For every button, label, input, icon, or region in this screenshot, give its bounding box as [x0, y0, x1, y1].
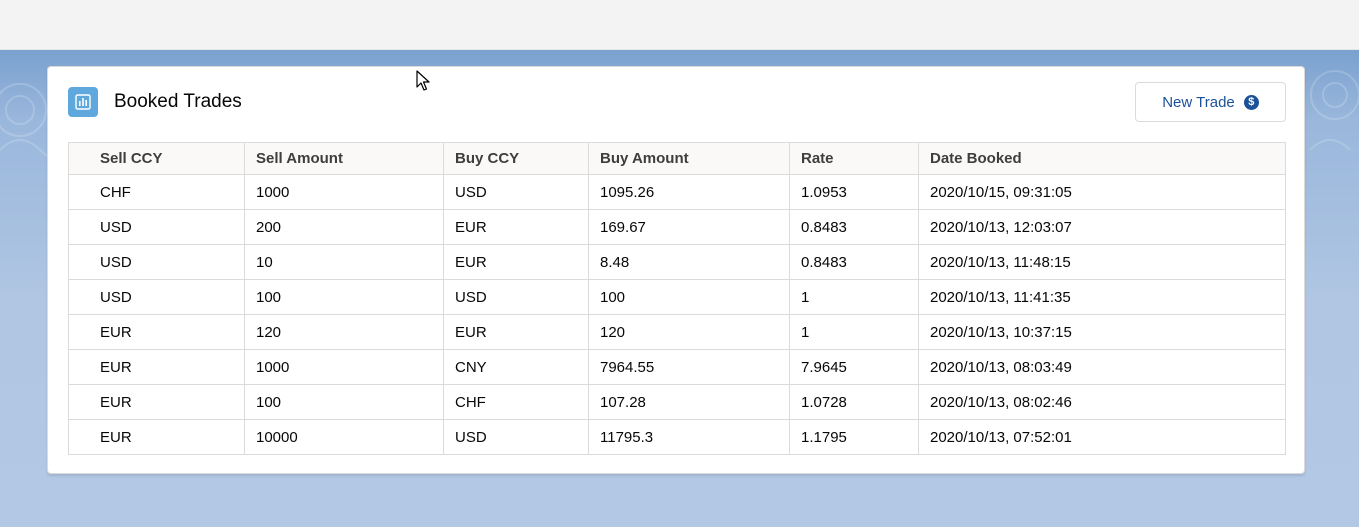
column-header[interactable]: Sell Amount — [244, 142, 444, 175]
table-cell: 10000 — [244, 419, 444, 455]
table-cell: 7964.55 — [588, 349, 790, 385]
table-cell: 100 — [244, 279, 444, 315]
table-cell: EUR — [443, 314, 589, 350]
table-cell: CHF — [443, 384, 589, 420]
table-cell: EUR — [443, 209, 589, 245]
table-cell: 7.9645 — [789, 349, 919, 385]
card-title: Booked Trades — [114, 91, 242, 112]
table-cell: 2020/10/13, 11:48:15 — [918, 244, 1286, 280]
table-cell: EUR — [68, 314, 245, 350]
table-cell: 2020/10/13, 07:52:01 — [918, 419, 1286, 455]
table-cell: 100 — [588, 279, 790, 315]
table-cell: 2020/10/13, 08:02:46 — [918, 384, 1286, 420]
table-row: EUR 100 CHF 107.28 1.0728 2020/10/13, 08:02:4… — [68, 384, 1286, 420]
table-cell: 120 — [244, 314, 444, 350]
table-cell: USD — [443, 174, 589, 210]
table-cell: 100 — [244, 384, 444, 420]
table-row: USD 200 EUR 169.67 0.8483 2020/10/13, 12:03:0… — [68, 209, 1286, 245]
table-cell: EUR — [443, 244, 589, 280]
table-cell: 2020/10/13, 10:37:15 — [918, 314, 1286, 350]
table-cell: USD — [443, 419, 589, 455]
table-cell: USD — [68, 279, 245, 315]
chart-icon — [68, 87, 98, 117]
table-cell: 1.0728 — [789, 384, 919, 420]
table-cell: USD — [68, 244, 245, 280]
table-cell: EUR — [68, 419, 245, 455]
top-bar — [0, 0, 1359, 50]
trades-table: Sell CCY Sell Amount Buy CCY Buy Amount Rate… — [68, 142, 1286, 455]
table-cell: USD — [443, 279, 589, 315]
table-cell: 1000 — [244, 349, 444, 385]
table-cell: 1.1795 — [789, 419, 919, 455]
table-cell: 0.8483 — [789, 209, 919, 245]
table-cell: 120 — [588, 314, 790, 350]
new-trade-button[interactable]: New Trade $ — [1135, 82, 1286, 122]
booked-trades-card: Booked Trades New Trade $ Sell CCY Sell A… — [47, 66, 1305, 474]
table-cell: 1095.26 — [588, 174, 790, 210]
table-cell: 169.67 — [588, 209, 790, 245]
table-cell: 1 — [789, 314, 919, 350]
table-row: USD 100 USD 100 1 2020/10/13, 11:41:35 — [68, 279, 1286, 315]
table-cell: 1000 — [244, 174, 444, 210]
table-cell: EUR — [68, 384, 245, 420]
table-cell: 2020/10/15, 09:31:05 — [918, 174, 1286, 210]
table-cell: 2020/10/13, 08:03:49 — [918, 349, 1286, 385]
table-cell: 11795.3 — [588, 419, 790, 455]
table-body: CHF 1000 USD 1095.26 1.0953 2020/10/15, 09:31… — [68, 174, 1286, 455]
table-header-row: Sell CCY Sell Amount Buy CCY Buy Amount Rate… — [68, 142, 1286, 175]
card-header: Booked Trades — [68, 87, 242, 117]
table-cell: CNY — [443, 349, 589, 385]
column-header[interactable]: Rate — [789, 142, 919, 175]
mouse-cursor — [416, 70, 430, 91]
table-cell: 10 — [244, 244, 444, 280]
table-cell: 200 — [244, 209, 444, 245]
column-header[interactable]: Sell CCY — [68, 142, 245, 175]
table-row: EUR 1000 CNY 7964.55 7.9645 2020/10/13, 08:03… — [68, 349, 1286, 385]
table-cell: 1.0953 — [789, 174, 919, 210]
table-cell: 8.48 — [588, 244, 790, 280]
table-cell: 2020/10/13, 11:41:35 — [918, 279, 1286, 315]
table-cell: 2020/10/13, 12:03:07 — [918, 209, 1286, 245]
column-header[interactable]: Buy Amount — [588, 142, 790, 175]
dollar-circle-icon: $ — [1243, 94, 1259, 110]
table-cell: 107.28 — [588, 384, 790, 420]
column-header[interactable]: Buy CCY — [443, 142, 589, 175]
table-row: EUR 10000 USD 11795.3 1.1795 2020/10/13, 07:5… — [68, 419, 1286, 455]
table-cell: 1 — [789, 279, 919, 315]
table-cell: USD — [68, 209, 245, 245]
column-header[interactable]: Date Booked — [918, 142, 1286, 175]
table-row: USD 10 EUR 8.48 0.8483 2020/10/13, 11:48:15 — [68, 244, 1286, 280]
table-cell: 0.8483 — [789, 244, 919, 280]
table-row: EUR 120 EUR 120 1 2020/10/13, 10:37:15 — [68, 314, 1286, 350]
table-cell: EUR — [68, 349, 245, 385]
table-row: CHF 1000 USD 1095.26 1.0953 2020/10/15, 09:31… — [68, 174, 1286, 210]
table-cell: CHF — [68, 174, 245, 210]
new-trade-label: New Trade — [1162, 93, 1235, 111]
